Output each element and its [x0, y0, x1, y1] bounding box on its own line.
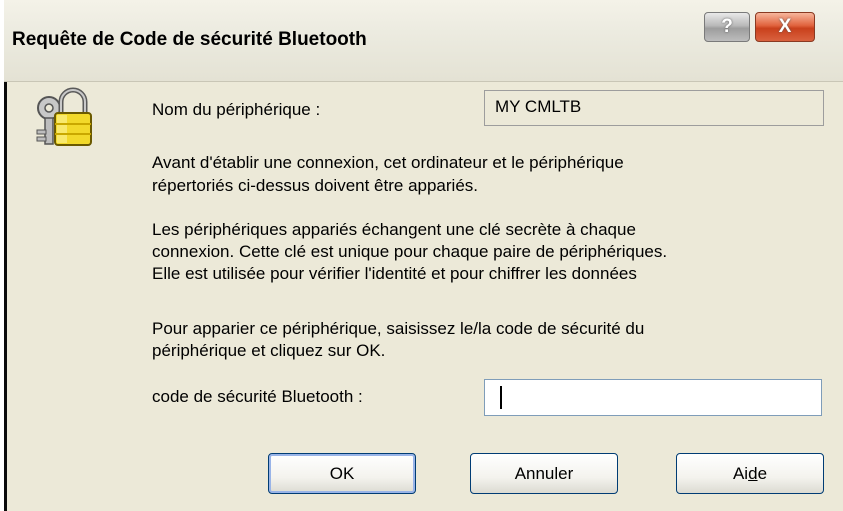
code-label: code de sécurité Bluetooth : [152, 387, 363, 406]
lock-keys-icon [36, 87, 92, 146]
info-line-1: Les périphériques appariés échangent une… [152, 220, 636, 239]
passkey-input[interactable] [484, 379, 822, 416]
instruction-line-2: périphérique et cliquez sur OK. [152, 341, 386, 360]
text-caret [500, 386, 502, 409]
instruction-line-1: Pour apparier ce périphérique, saisissez… [152, 319, 645, 338]
ok-button[interactable]: OK [268, 453, 416, 494]
title-bar[interactable]: Requête de Code de sécurité Bluetooth ? … [4, 0, 843, 82]
help-button[interactable]: Ai d e [676, 453, 824, 494]
cancel-button[interactable]: Annuler [470, 453, 618, 494]
title-help-button[interactable]: ? [704, 12, 750, 42]
device-name-label: Nom du périphérique : [152, 100, 321, 119]
bluetooth-passkey-dialog: Requête de Code de sécurité Bluetooth ? … [4, 0, 843, 511]
intro-line-2: répertoriés ci-dessus doivent être appar… [152, 176, 478, 195]
window-title: Requête de Code de sécurité Bluetooth [12, 29, 367, 50]
intro-line-1: Avant d'établir une connexion, cet ordin… [152, 153, 624, 172]
info-line-3: Elle est utilisée pour vérifier l'identi… [152, 264, 637, 283]
info-line-2: connexion. Cette clé est unique pour cha… [152, 242, 668, 261]
device-name-field: MY CMLTB [484, 90, 824, 126]
dialog-body: Nom du périphérique : MY CMLTB Avant d'é… [4, 82, 843, 511]
title-close-button[interactable]: X [755, 12, 815, 42]
